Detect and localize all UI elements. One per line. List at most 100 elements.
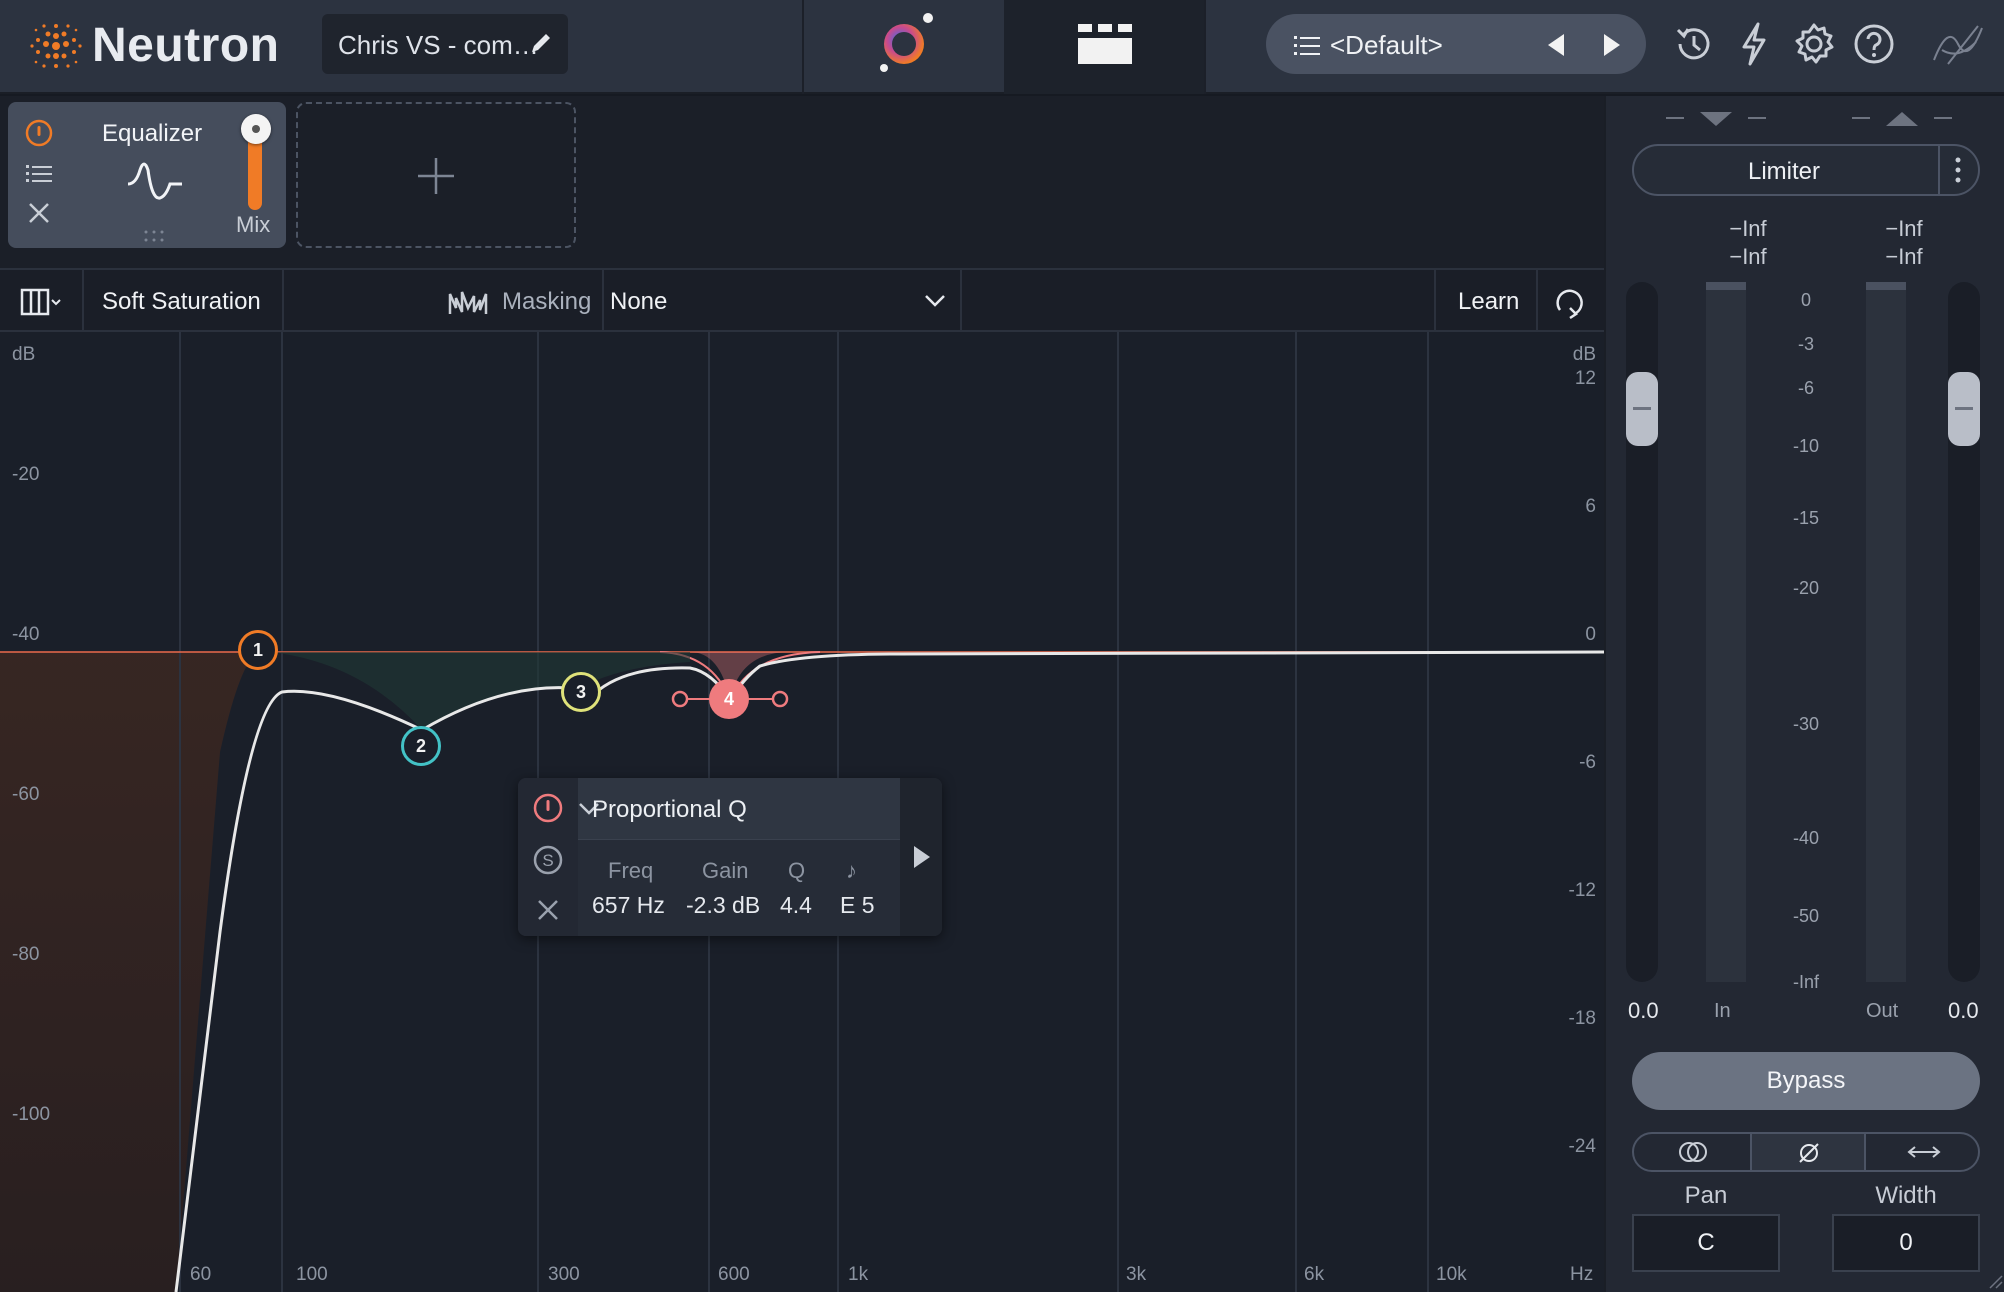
meter-scale-tick: -15 <box>1792 508 1819 528</box>
q-value[interactable]: 4.4 <box>780 892 812 919</box>
meter-scale-tick: -30 <box>1792 714 1819 734</box>
q-header: Q <box>788 858 806 883</box>
next-preset-icon[interactable] <box>1600 32 1624 58</box>
note-header: ♪ <box>846 858 857 883</box>
meter-scale-tick: -6 <box>1797 378 1814 398</box>
mix-slider-knob[interactable] <box>241 114 271 144</box>
bypass-button[interactable]: Bypass <box>1632 1052 1980 1110</box>
pan-label: Pan <box>1684 1182 1728 1209</box>
add-module-slot[interactable] <box>296 102 576 248</box>
left-axis-unit: dB <box>12 344 36 365</box>
stereo-link-icon <box>1679 1142 1707 1162</box>
band-solo-icon[interactable]: S <box>532 844 564 876</box>
popup-expand-button[interactable] <box>900 778 942 936</box>
mix-label: Mix <box>236 212 271 237</box>
freq-value[interactable]: 657 Hz <box>592 892 665 919</box>
neutron-window: Neutron Chris VS - com… <Default> Equali… <box>0 0 2004 1292</box>
swap-channels-button[interactable] <box>1866 1134 1978 1170</box>
band-settings-popup: S Proportional Q Freq Gain Q ♪ 657 Hz -2… <box>518 778 942 936</box>
gain-value[interactable]: -2.3 dB <box>686 892 760 919</box>
saturation-mode-button[interactable]: Soft Saturation <box>84 270 284 332</box>
meter-scale-tick: -50 <box>1792 906 1819 926</box>
input-gain-knob[interactable] <box>1626 372 1658 446</box>
freq-header: Freq <box>608 858 654 883</box>
eq-toolbar: Soft Saturation Masking None Learn <box>0 268 1604 332</box>
width-value-field[interactable]: 0 <box>1832 1214 1980 1272</box>
input-meter <box>1706 282 1746 982</box>
module-chain: Equalizer Mix <box>0 96 1604 268</box>
limiter-module[interactable]: Limiter <box>1632 144 1980 196</box>
chevron-down-icon <box>925 295 945 307</box>
module-menu-icon[interactable] <box>24 158 54 188</box>
history-icon[interactable] <box>1670 20 1718 68</box>
limiter-label: Limiter <box>1747 158 1820 185</box>
phase-invert-button[interactable] <box>1750 1134 1866 1170</box>
input-gain-value[interactable]: 0.0 <box>1628 998 1659 1024</box>
band-power-icon[interactable] <box>532 792 564 824</box>
swap-arrows-icon <box>1907 1146 1941 1158</box>
meter-scale-tick: -10 <box>1792 436 1819 456</box>
preset-selector[interactable]: <Default> <box>1266 14 1646 74</box>
input-peak: −Inf <box>1729 216 1767 241</box>
freq-tick: 6k <box>1304 1264 1325 1285</box>
play-arrow-icon <box>914 846 930 868</box>
freq-tick: 3k <box>1126 1264 1147 1285</box>
freq-tick: 300 <box>548 1264 580 1285</box>
input-rms: −Inf <box>1729 244 1767 269</box>
preset-list-icon[interactable] <box>1294 34 1320 56</box>
eq-graph[interactable]: dB -20 -40 -60 -80 -100 dB 12 6 0 -6 -12… <box>0 332 1604 1292</box>
meter-scale-tick: -Inf <box>1792 972 1819 992</box>
band-node-4[interactable]: 4 <box>709 679 749 719</box>
output-gain-knob[interactable] <box>1948 372 1980 446</box>
toolbar-divider <box>1204 0 1206 94</box>
freq-tick: 100 <box>296 1264 328 1285</box>
visual-mixer-button[interactable] <box>806 0 1002 94</box>
previous-preset-icon[interactable] <box>1544 32 1568 58</box>
band-node-1[interactable]: 1 <box>238 630 278 670</box>
power-icon[interactable] <box>24 118 54 148</box>
reset-loop-icon[interactable] <box>1552 284 1588 320</box>
right-axis-tick: -6 <box>1579 752 1596 773</box>
resize-grip-icon[interactable] <box>1986 1272 2004 1290</box>
pencil-icon[interactable] <box>528 30 554 56</box>
brand-name: Neutron <box>92 19 280 72</box>
meter-scale-tick: -20 <box>1792 578 1819 598</box>
note-value[interactable]: E 5 <box>840 892 875 919</box>
module-title: Equalizer <box>102 120 203 147</box>
module-view-button[interactable] <box>1004 0 1204 94</box>
freq-tick: 600 <box>718 1264 750 1285</box>
drag-handle-icon[interactable] <box>142 228 166 244</box>
band-node-3[interactable]: 3 <box>561 672 601 712</box>
limiter-menu-button[interactable] <box>1938 146 1978 194</box>
input-label: In <box>1714 1000 1731 1022</box>
left-axis-tick: -60 <box>12 784 40 805</box>
equalizer-module-card[interactable]: Equalizer Mix <box>8 102 286 248</box>
output-gain-value[interactable]: 0.0 <box>1948 998 1979 1024</box>
masking-waveform-icon <box>448 291 488 314</box>
band-mode-value: Proportional Q <box>592 796 747 823</box>
top-bar: Neutron Chris VS - com… <Default> <box>0 0 2004 94</box>
help-icon[interactable] <box>1850 20 1898 68</box>
view-options-button[interactable] <box>0 270 84 332</box>
remove-module-icon[interactable] <box>24 198 54 228</box>
module-grid-icon <box>1078 24 1132 64</box>
session-name-field[interactable]: Chris VS - com… <box>322 14 568 74</box>
assistant-lightning-icon[interactable] <box>1730 20 1778 68</box>
io-panel: Limiter −Inf −Inf −Inf −Inf 0 -3 -6 -10 … <box>1604 96 2004 1292</box>
band-delete-icon[interactable] <box>534 896 562 924</box>
stereo-mode-button[interactable] <box>1634 1134 1750 1170</box>
gain-header: Gain <box>702 858 749 883</box>
learn-button[interactable]: Learn <box>1434 270 1538 332</box>
input-meter-peak <box>1706 282 1746 290</box>
freq-unit: Hz <box>1570 1264 1594 1285</box>
pan-value-field[interactable]: C <box>1632 1214 1780 1272</box>
freq-tick: 60 <box>190 1264 212 1285</box>
band-node-2[interactable]: 2 <box>401 726 441 766</box>
freq-tick: 1k <box>848 1264 869 1285</box>
low-cut-region <box>0 652 258 1292</box>
right-axis-tick: 6 <box>1585 496 1596 517</box>
settings-gear-icon[interactable] <box>1790 20 1838 68</box>
input-collapse-icon[interactable] <box>1666 108 1766 130</box>
saturation-label: Soft Saturation <box>102 288 261 315</box>
output-collapse-icon[interactable] <box>1852 108 1952 130</box>
